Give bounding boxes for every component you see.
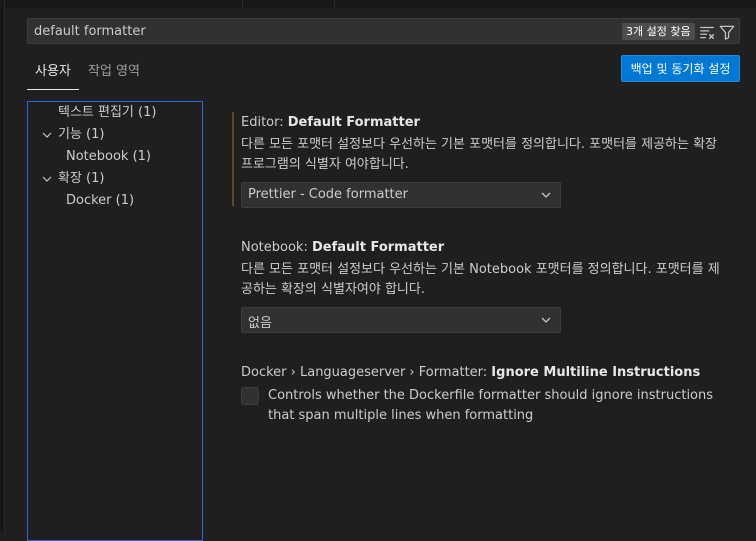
setting-title-notebook-default-formatter: Notebook: Default Formatter <box>241 240 444 255</box>
toc-item-text-editor[interactable]: 텍스트 편집기 (1) <box>58 103 156 123</box>
chevron-down-icon-glyph <box>42 132 52 138</box>
modified-indicator-bar <box>232 112 234 206</box>
settings-search-input[interactable] <box>34 22 594 40</box>
select-value: 없음 <box>248 316 272 331</box>
ignore-multiline-instructions-checkbox[interactable] <box>241 387 259 405</box>
toc-item-label: Docker (1) <box>66 193 135 208</box>
clear-filter-icon[interactable] <box>698 23 716 41</box>
setting-category: Notebook: <box>241 240 312 255</box>
tab-workspace[interactable]: 작업 영역 <box>88 61 140 83</box>
checkbox-description: Controls whether the Dockerfile formatte… <box>268 388 714 423</box>
chevron-down-icon[interactable] <box>41 173 53 185</box>
toc-item-features[interactable]: 기능 (1) <box>58 125 104 145</box>
setting-name: Default Formatter <box>311 240 445 255</box>
toc-item-extensions[interactable]: 확장 (1) <box>58 169 104 189</box>
chevron-down-icon <box>540 189 552 201</box>
setting-category: Docker › Languageserver › Formatter: <box>241 365 492 380</box>
toc-item-notebook[interactable]: Notebook (1) <box>66 147 151 167</box>
chevron-down-icon <box>540 314 552 326</box>
setting-description: 다른 모든 포맷터 설정보다 우선하는 기본 Notebook 포맷터를 정의합… <box>241 262 720 297</box>
chevron-down-icon-glyph <box>541 317 551 323</box>
top-strip <box>0 0 756 8</box>
toc-item-docker[interactable]: Docker (1) <box>66 191 134 211</box>
setting-description: 다른 모든 포맷터 설정보다 우선하는 기본 포맷터를 정의합니다. 포맷터를 … <box>241 137 718 172</box>
filter-icon[interactable] <box>718 23 736 41</box>
toc-item-label: 기능 (1) <box>58 127 105 142</box>
clear-filter-icon-glyph <box>700 26 715 40</box>
setting-name: Ignore Multiline Instructions <box>491 365 701 380</box>
top-strip-segment <box>0 0 243 8</box>
chevron-down-icon-glyph <box>541 192 551 198</box>
setting-title-editor-default-formatter: Editor: Default Formatter <box>241 115 420 130</box>
toc-item-label: Notebook (1) <box>66 149 152 164</box>
toc-item-label: 텍스트 편집기 (1) <box>58 105 157 120</box>
notebook-default-formatter-select[interactable]: 없음 <box>241 307 561 333</box>
setting-title-docker-ignore-multiline: Docker › Languageserver › Formatter: Ign… <box>241 365 700 380</box>
chevron-down-icon[interactable] <box>41 129 53 141</box>
settings-toc: 텍스트 편집기 (1) 기능 (1) Notebook (1) 확장 (1) D… <box>27 101 203 541</box>
tab-user[interactable]: 사용자 <box>27 61 79 90</box>
select-value: Prettier - Code formatter <box>248 187 408 202</box>
top-strip-segment <box>242 0 335 8</box>
result-count-badge: 3개 설정 찾음 <box>622 23 695 40</box>
backup-sync-settings-button[interactable]: 백업 및 동기화 설정 <box>621 55 740 82</box>
setting-category: Editor: <box>241 115 288 130</box>
editor-default-formatter-select[interactable]: Prettier - Code formatter <box>241 182 561 208</box>
settings-search-box: 3개 설정 찾음 <box>27 18 740 44</box>
filter-icon-glyph <box>719 25 735 40</box>
left-edge <box>0 0 5 532</box>
chevron-down-icon-glyph <box>42 176 52 182</box>
setting-name: Default Formatter <box>287 115 420 130</box>
toc-item-label: 확장 (1) <box>58 171 105 186</box>
